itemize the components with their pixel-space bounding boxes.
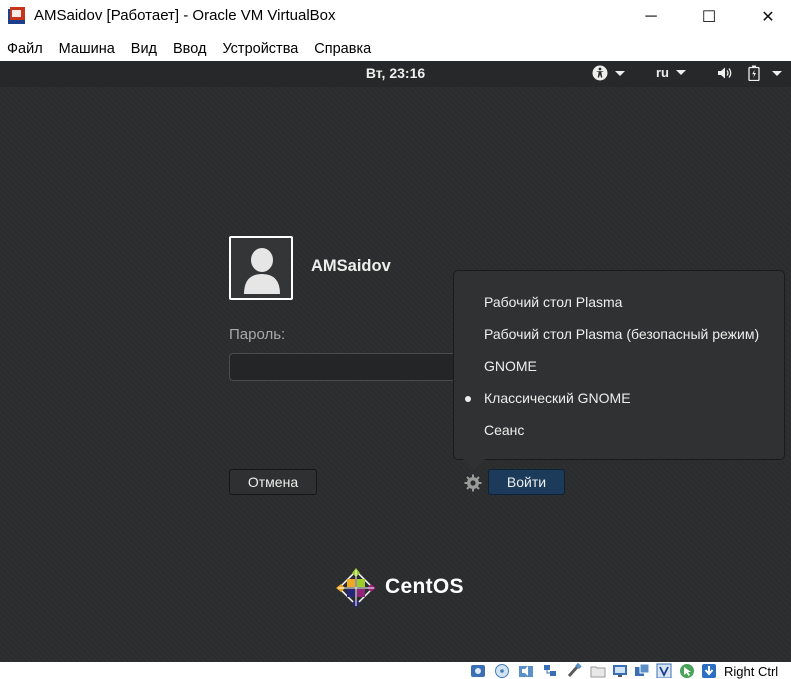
session-item-selected[interactable]: Классический GNOME xyxy=(465,390,631,406)
cancel-button[interactable]: Отмена xyxy=(229,469,317,495)
session-menu: Рабочий стол Plasma Рабочий стол Plasma … xyxy=(453,270,785,460)
popover-arrow xyxy=(463,459,485,470)
username: AMSaidov xyxy=(311,257,391,275)
chevron-down-icon xyxy=(615,70,625,76)
battery-icon xyxy=(748,65,760,81)
password-input[interactable] xyxy=(229,353,455,381)
accessibility-menu[interactable] xyxy=(592,65,625,81)
selected-bullet-icon xyxy=(465,396,471,402)
minimize-button[interactable]: ─ xyxy=(628,0,674,33)
usb-icon[interactable] xyxy=(566,663,582,678)
session-label: Рабочий стол Plasma xyxy=(484,294,623,310)
chevron-down-icon xyxy=(772,70,782,76)
centos-logo-text: CentOS xyxy=(385,575,464,598)
shared-folders-icon[interactable] xyxy=(590,663,606,678)
network-icon[interactable] xyxy=(542,663,558,678)
virtualization-icon[interactable] xyxy=(656,663,672,678)
optical-drive-icon[interactable] xyxy=(494,663,510,678)
menu-machine[interactable]: Машина xyxy=(51,38,123,60)
window-title: AMSaidov [Работает] - Oracle VM VirtualB… xyxy=(34,7,336,24)
session-item[interactable]: Рабочий стол Plasma xyxy=(484,294,622,310)
gnome-top-bar: Вт, 23:16 ru xyxy=(0,61,791,87)
system-menu[interactable] xyxy=(717,65,782,81)
hard-disk-icon[interactable] xyxy=(470,663,486,678)
session-label: Классический GNOME xyxy=(484,390,631,406)
close-button[interactable]: ✕ xyxy=(745,0,791,33)
vm-display[interactable]: Вт, 23:16 ru AMSaidov Пароль: Отмена Вой… xyxy=(0,61,791,662)
window-titlebar: AMSaidov [Работает] - Oracle VM VirtualB… xyxy=(0,0,791,33)
session-label: GNOME xyxy=(484,358,537,374)
session-label: Сеанс xyxy=(484,422,525,438)
host-key-label: Right Ctrl xyxy=(724,664,779,679)
display-icon[interactable] xyxy=(612,663,628,678)
menu-view[interactable]: Вид xyxy=(123,38,165,60)
password-label: Пароль: xyxy=(229,326,286,343)
centos-logo-icon xyxy=(336,568,376,608)
menu-file[interactable]: Файл xyxy=(0,38,51,60)
mouse-integration-icon[interactable] xyxy=(679,663,695,678)
video-capture-icon[interactable] xyxy=(634,663,650,678)
chevron-down-icon xyxy=(676,70,686,75)
session-item[interactable]: Сеанс xyxy=(484,422,524,438)
host-key-icon[interactable] xyxy=(701,663,717,678)
menu-help[interactable]: Справка xyxy=(306,38,379,60)
session-label: Рабочий стол Plasma (безопасный режим) xyxy=(484,326,760,342)
accessibility-icon xyxy=(592,65,608,81)
user-avatar xyxy=(229,236,293,300)
menu-input[interactable]: Ввод xyxy=(165,38,214,60)
status-bar: Right Ctrl xyxy=(0,662,791,679)
user-icon xyxy=(244,248,280,294)
maximize-button[interactable]: ☐ xyxy=(686,0,732,33)
menu-bar: Файл Машина Вид Ввод Устройства Справка xyxy=(0,38,791,60)
login-button[interactable]: Войти xyxy=(488,469,565,495)
session-item[interactable]: Рабочий стол Plasma (безопасный режим) xyxy=(484,326,759,342)
session-item[interactable]: GNOME xyxy=(484,358,537,374)
virtualbox-app-icon xyxy=(8,7,25,24)
language-menu[interactable]: ru xyxy=(656,65,686,80)
menu-devices[interactable]: Устройства xyxy=(214,38,306,60)
volume-icon xyxy=(718,67,732,79)
audio-icon[interactable] xyxy=(518,663,534,678)
session-settings-gear-icon[interactable] xyxy=(464,474,482,492)
language-indicator: ru xyxy=(656,65,669,80)
